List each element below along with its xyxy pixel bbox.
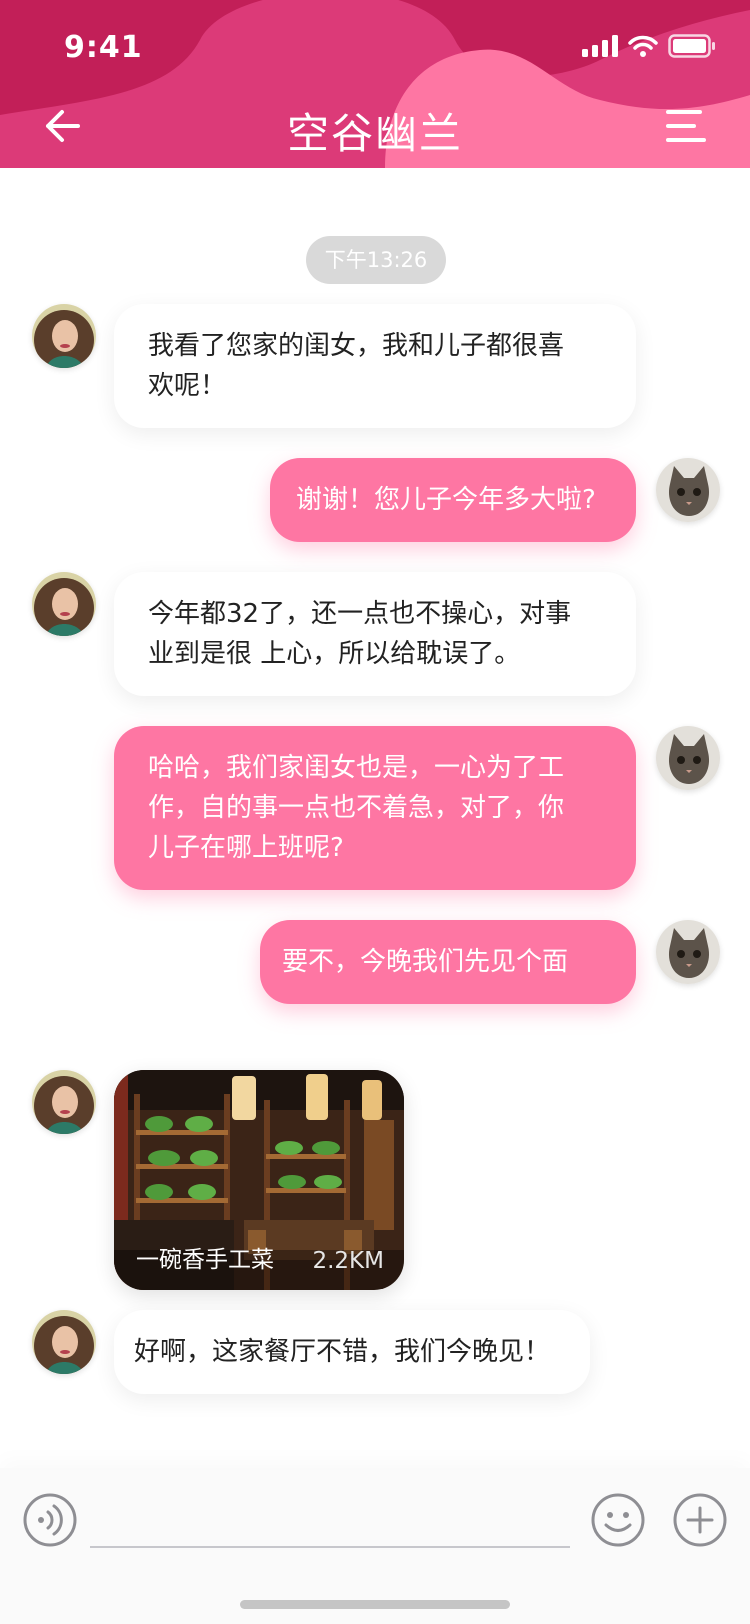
restaurant-name: 一碗香手工菜 bbox=[136, 1247, 274, 1273]
voice-button[interactable] bbox=[22, 1492, 78, 1548]
input-bar bbox=[0, 1468, 750, 1624]
message-bubble-incoming[interactable]: 好啊，这家餐厅不错，我们今晚见！ bbox=[114, 1310, 590, 1394]
voice-icon bbox=[23, 1493, 77, 1547]
my-avatar[interactable] bbox=[656, 726, 720, 790]
status-time: 9:41 bbox=[64, 30, 143, 65]
restaurant-card[interactable]: 一碗香手工菜 2.2KM bbox=[114, 1070, 404, 1290]
page-title: 空谷幽兰 bbox=[286, 109, 463, 158]
contact-avatar[interactable] bbox=[32, 1070, 96, 1134]
timestamp-pill: 下午13:26 bbox=[306, 236, 446, 284]
message-bubble-outgoing[interactable]: 谢谢！您儿子今年多大啦? bbox=[270, 458, 636, 542]
wifi-icon bbox=[628, 35, 658, 57]
contact-avatar[interactable] bbox=[32, 572, 96, 636]
message-line: 作，自的事一点也不着急，对了，你 bbox=[148, 793, 565, 823]
status-icons bbox=[582, 34, 716, 58]
battery-icon bbox=[668, 34, 715, 58]
message-line: 好啊，这家餐厅不错，我们今晚见！ bbox=[134, 1337, 551, 1367]
message-line: 哈哈，我们家闺女也是，一心为了工 bbox=[148, 753, 565, 783]
woman-avatar-icon bbox=[32, 1310, 96, 1374]
message-input[interactable] bbox=[90, 1496, 570, 1548]
chat-area[interactable]: 下午13:26 我看了您家的闺女，我和儿子都很喜 欢呢！ 谢谢！您儿子今年多大啦… bbox=[0, 168, 750, 1468]
my-avatar[interactable] bbox=[656, 458, 720, 522]
message-line: 今年都32了，还一点也不操心，对事 bbox=[148, 599, 572, 629]
menu-icon bbox=[666, 110, 706, 142]
restaurant-distance: 2.2KM bbox=[312, 1248, 384, 1274]
message-line: 我看了您家的闺女，我和儿子都很喜 bbox=[148, 331, 565, 361]
emoji-button[interactable] bbox=[590, 1492, 646, 1548]
message-line: 儿子在哪上班呢? bbox=[148, 833, 344, 863]
signal-icon bbox=[582, 35, 618, 57]
contact-avatar[interactable] bbox=[32, 1310, 96, 1374]
contact-avatar[interactable] bbox=[32, 304, 96, 368]
emoji-icon bbox=[591, 1493, 645, 1547]
message-line: 业到是很 上心，所以给耽误了。 bbox=[148, 639, 521, 669]
add-attachment-button[interactable] bbox=[672, 1492, 728, 1548]
message-bubble-outgoing[interactable]: 哈哈，我们家闺女也是，一心为了工 作，自的事一点也不着急，对了，你 儿子在哪上班… bbox=[114, 726, 636, 890]
message-line: 欢呢！ bbox=[148, 371, 227, 401]
woman-avatar-icon bbox=[32, 304, 96, 368]
cat-avatar-icon bbox=[656, 458, 720, 522]
woman-avatar-icon bbox=[32, 572, 96, 636]
menu-button[interactable] bbox=[664, 108, 708, 144]
my-avatar[interactable] bbox=[656, 920, 720, 984]
message-bubble-incoming[interactable]: 今年都32了，还一点也不操心，对事 业到是很 上心，所以给耽误了。 bbox=[114, 572, 636, 696]
nav-header: 9:41 空谷幽兰 bbox=[0, 0, 750, 168]
message-line: 谢谢！您儿子今年多大啦? bbox=[296, 485, 596, 515]
woman-avatar-icon bbox=[32, 1070, 96, 1134]
plus-icon bbox=[673, 1493, 727, 1547]
message-line: 要不，今晚我们先见个面 bbox=[282, 947, 569, 977]
message-bubble-outgoing[interactable]: 要不，今晚我们先见个面 bbox=[260, 920, 636, 1004]
home-indicator bbox=[240, 1600, 510, 1609]
cat-avatar-icon bbox=[656, 726, 720, 790]
cat-avatar-icon bbox=[656, 920, 720, 984]
message-bubble-incoming[interactable]: 我看了您家的闺女，我和儿子都很喜 欢呢！ bbox=[114, 304, 636, 428]
